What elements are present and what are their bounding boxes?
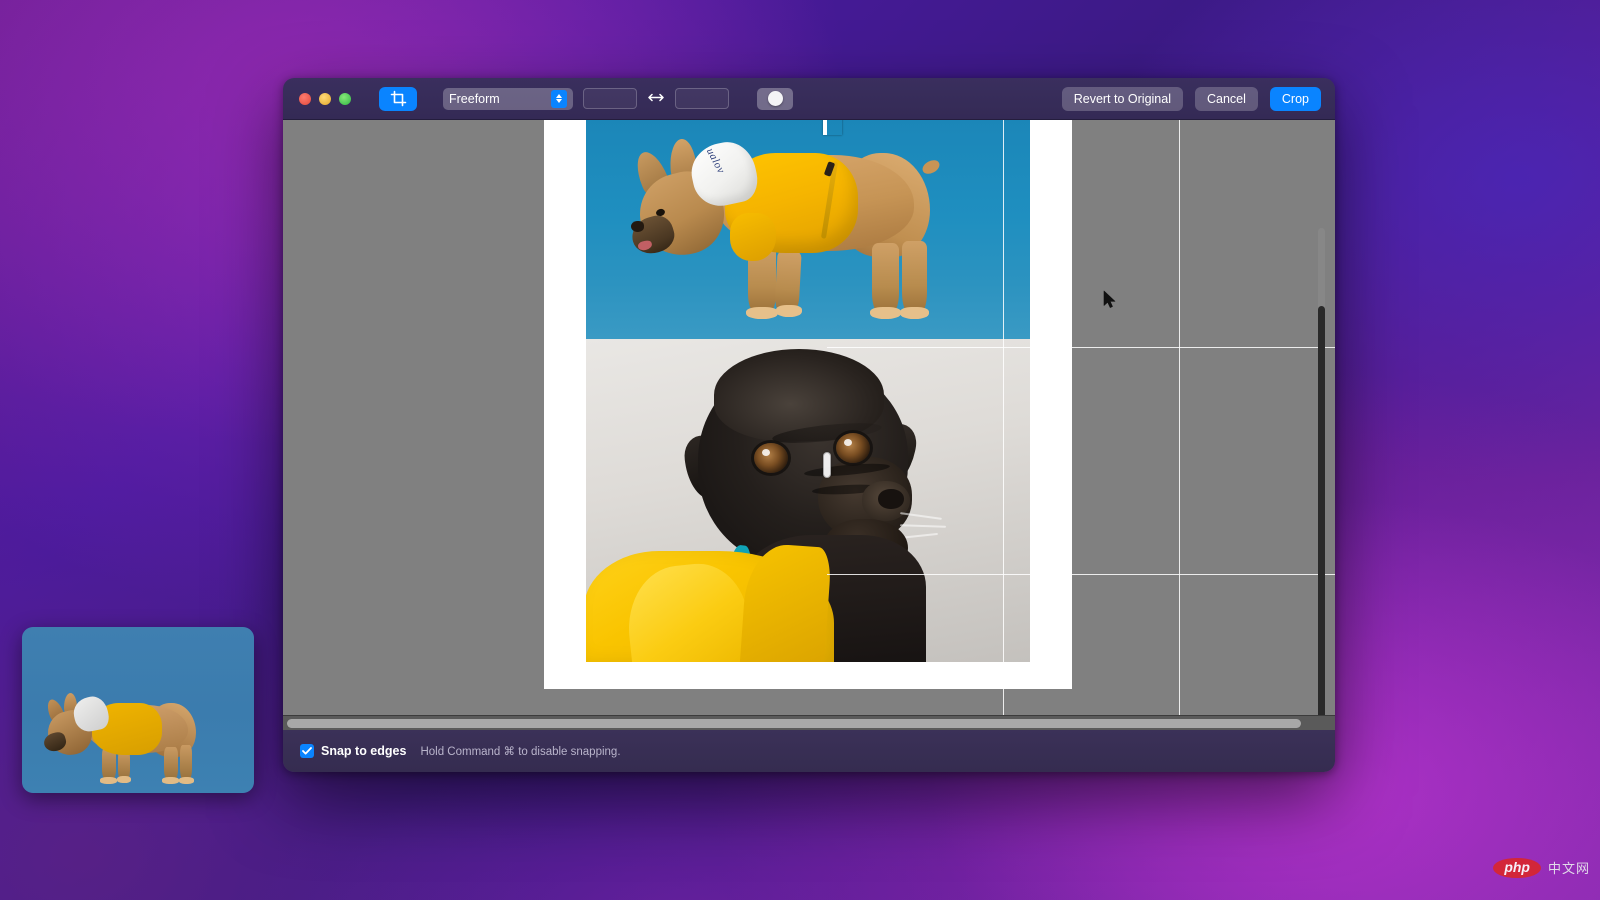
crop-icon [390, 90, 407, 107]
wallpaper-swirl-bottom-left [230, 760, 1130, 900]
bulldog-paw [776, 305, 802, 317]
thumbnail-dog-leg [164, 747, 178, 781]
horizontal-double-arrow-icon[interactable] [647, 91, 665, 106]
watermark-badge: php [1493, 858, 1541, 878]
thumbnail-dog-paw [117, 776, 131, 783]
rotate-dial-control[interactable] [757, 88, 793, 110]
pug-whisker [900, 524, 946, 527]
mouse-cursor [1103, 290, 1117, 309]
document-page: ualov [544, 120, 1072, 689]
snap-to-edges-label: Snap to edges [321, 744, 406, 758]
bulldog-back-right-leg [902, 241, 927, 315]
photo-french-bulldog: ualov [586, 120, 1030, 339]
zoom-button[interactable] [339, 93, 351, 105]
site-watermark: php 中文网 [1493, 858, 1590, 878]
vertical-scrollbar-thumb[interactable] [1318, 306, 1325, 726]
bulldog-paw [870, 307, 901, 319]
bulldog-tail [920, 157, 942, 176]
preview-crop-window: Freeform Revert to Original Cancel Crop [283, 78, 1335, 772]
traffic-light-group [299, 93, 351, 105]
aspect-ratio-select[interactable]: Freeform [443, 88, 573, 110]
minimize-button[interactable] [319, 93, 331, 105]
rotate-dial-knob[interactable] [768, 91, 783, 106]
horizontal-scrollbar[interactable] [283, 715, 1335, 730]
snapping-hint-text: Hold Command ⌘ to disable snapping. [420, 744, 620, 758]
checkmark-icon [302, 747, 312, 755]
close-button[interactable] [299, 93, 311, 105]
aspect-ratio-value: Freeform [449, 92, 551, 106]
bulldog-nose [631, 221, 644, 232]
photo-black-pug [586, 339, 1030, 662]
crop-width-input[interactable] [583, 88, 637, 109]
thumbnail-dog-paw [162, 777, 179, 784]
cancel-button[interactable]: Cancel [1195, 87, 1258, 111]
french-bulldog-photo-thumbnail[interactable] [22, 627, 254, 793]
crop-tool-button[interactable] [379, 87, 417, 111]
window-toolbar: Freeform Revert to Original Cancel Crop [283, 78, 1335, 120]
snap-to-edges-checkbox[interactable] [300, 744, 314, 758]
crop-grid-line-vertical [1179, 120, 1180, 730]
pug-right-eye [836, 433, 870, 463]
thumbnail-scene [22, 627, 254, 793]
thumbnail-dog-paw [179, 777, 194, 784]
crop-button[interactable]: Crop [1270, 87, 1321, 111]
horizontal-scrollbar-thumb[interactable] [287, 719, 1301, 728]
bulldog-back-left-leg [872, 243, 899, 315]
desktop-background: Freeform Revert to Original Cancel Crop [0, 0, 1600, 900]
watermark-text: 中文网 [1548, 858, 1590, 877]
window-footer: Snap to edges Hold Command ⌘ to disable … [283, 730, 1335, 772]
vertical-scrollbar[interactable] [1318, 228, 1325, 728]
revert-to-original-button[interactable]: Revert to Original [1062, 87, 1183, 111]
pug-nose [878, 489, 904, 509]
pug-left-eye [754, 443, 788, 473]
image-canvas[interactable]: ualov [283, 120, 1335, 730]
crop-height-input[interactable] [675, 88, 729, 109]
snap-to-edges-row[interactable]: Snap to edges [300, 744, 406, 758]
toolbar-actions: Revert to Original Cancel Crop [1062, 87, 1323, 111]
bulldog-paw [900, 307, 929, 319]
chevron-updown-icon[interactable] [551, 90, 567, 108]
bulldog-backdrop: ualov [586, 120, 1030, 339]
bulldog-hoodie-sleeve [730, 213, 776, 261]
thumbnail-dog-paw [100, 777, 117, 784]
pug-backdrop [586, 339, 1030, 662]
thumbnail-dog-leg [180, 745, 192, 781]
bulldog-paw [746, 307, 778, 319]
